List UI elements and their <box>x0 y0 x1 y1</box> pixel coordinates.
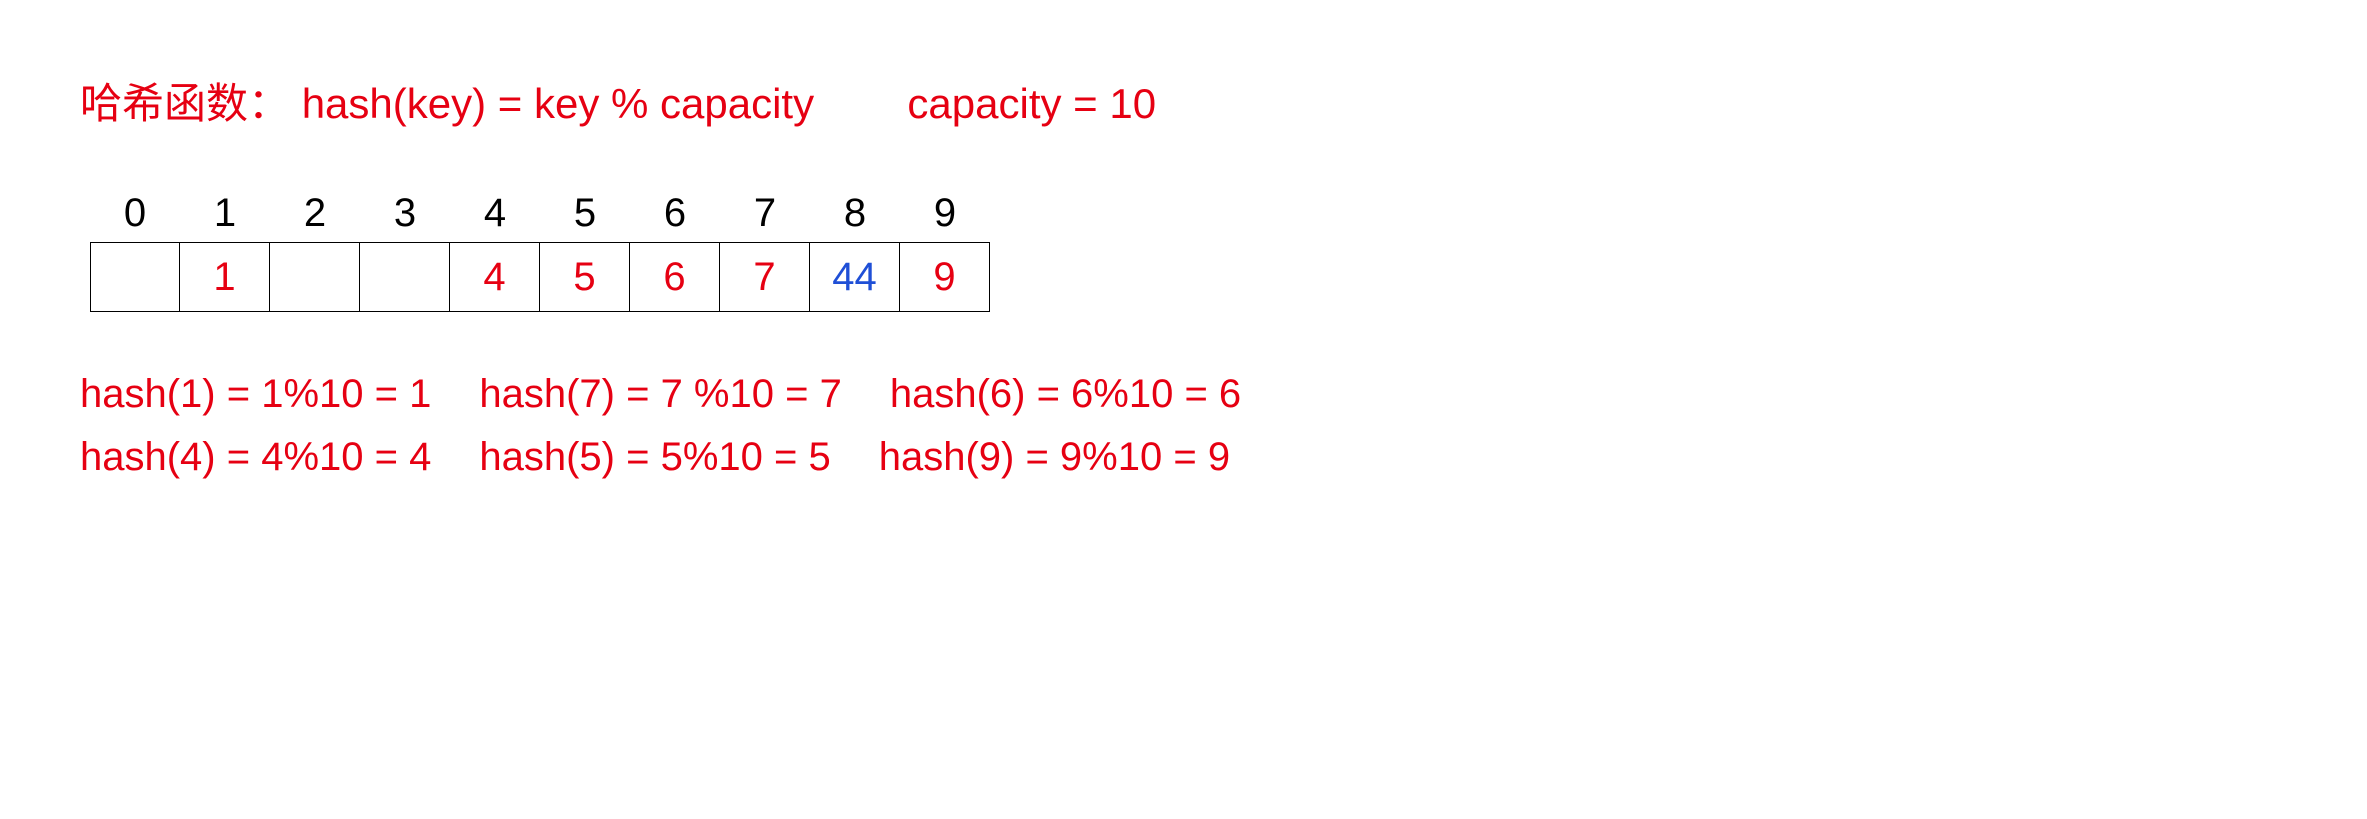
index-label: 3 <box>360 191 450 242</box>
calc: hash(6) = 6%10 = 6 <box>890 372 1241 417</box>
calc: hash(4) = 4%10 = 4 <box>80 435 431 480</box>
index-label: 1 <box>180 191 270 242</box>
index-label: 4 <box>450 191 540 242</box>
calc: hash(7) = 7 %10 = 7 <box>479 372 841 417</box>
cell <box>90 242 180 312</box>
cell <box>360 242 450 312</box>
calc: hash(5) = 5%10 = 5 <box>479 435 830 480</box>
index-label: 8 <box>810 191 900 242</box>
calc-row: hash(4) = 4%10 = 4 hash(5) = 5%10 = 5 ha… <box>80 435 2287 480</box>
cell: 9 <box>900 242 990 312</box>
capacity-text: capacity = 10 <box>907 80 1156 127</box>
index-label: 9 <box>900 191 990 242</box>
cell: 5 <box>540 242 630 312</box>
cell <box>270 242 360 312</box>
index-label: 7 <box>720 191 810 242</box>
cell: 7 <box>720 242 810 312</box>
hash-formula: hash(key) = key % capacity <box>302 80 814 127</box>
cell: 44 <box>810 242 900 312</box>
cell-row: 1 4 5 6 7 44 9 <box>90 242 2287 312</box>
hash-table: 0 1 2 3 4 5 6 7 8 9 1 4 5 6 7 44 9 <box>90 191 2287 312</box>
hash-calculations: hash(1) = 1%10 = 1 hash(7) = 7 %10 = 7 h… <box>80 372 2287 480</box>
index-row: 0 1 2 3 4 5 6 7 8 9 <box>90 191 2287 242</box>
cell: 1 <box>180 242 270 312</box>
index-label: 2 <box>270 191 360 242</box>
hash-label: 哈希函数： <box>80 80 290 127</box>
cell: 6 <box>630 242 720 312</box>
index-label: 6 <box>630 191 720 242</box>
cell: 4 <box>450 242 540 312</box>
hash-function-header: 哈希函数： hash(key) = key % capacity capacit… <box>80 70 2287 131</box>
calc: hash(1) = 1%10 = 1 <box>80 372 431 417</box>
calc-row: hash(1) = 1%10 = 1 hash(7) = 7 %10 = 7 h… <box>80 372 2287 417</box>
index-label: 0 <box>90 191 180 242</box>
index-label: 5 <box>540 191 630 242</box>
calc: hash(9) = 9%10 = 9 <box>879 435 1230 480</box>
